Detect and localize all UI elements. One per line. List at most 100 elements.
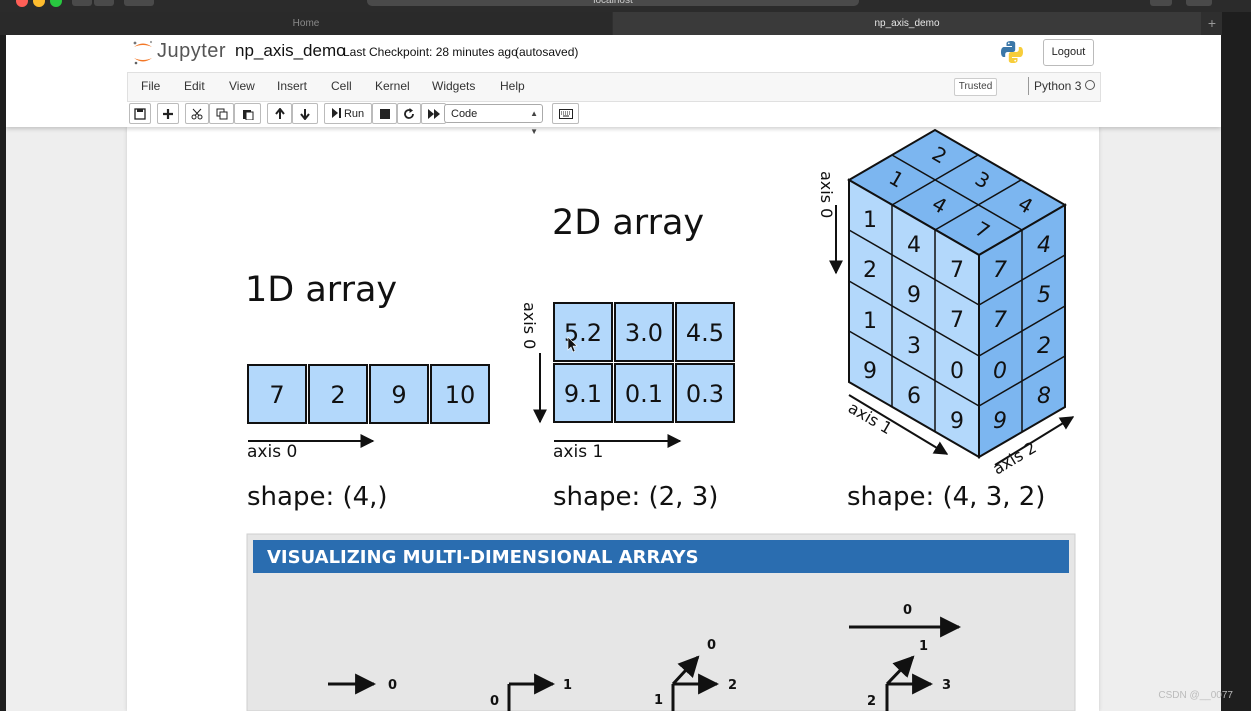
zoom-window-icon[interactable] bbox=[50, 0, 62, 7]
restart-button[interactable] bbox=[397, 103, 421, 124]
threed-front-value: 0 bbox=[993, 359, 1007, 384]
kernel-name[interactable]: Python 3 bbox=[1034, 79, 1081, 93]
threed-side-value: 2 bbox=[1037, 334, 1051, 359]
restart-run-all-button[interactable] bbox=[421, 103, 446, 124]
run-label: Run bbox=[343, 108, 365, 120]
threed-front-value: 7 bbox=[950, 308, 964, 333]
copy-icon bbox=[216, 108, 227, 120]
command-palette-button[interactable] bbox=[552, 103, 579, 124]
interrupt-button[interactable] bbox=[372, 103, 397, 124]
threed-front-value: 9 bbox=[950, 409, 964, 434]
paste-button[interactable] bbox=[234, 103, 261, 124]
oned-axis0-label: axis 0 bbox=[247, 442, 297, 462]
cut-button[interactable] bbox=[185, 103, 209, 124]
cell-type-select[interactable]: Code ▲ ▼ bbox=[444, 104, 543, 136]
banner-axis-label: 0 bbox=[388, 678, 397, 693]
threed-front-value: 1 bbox=[863, 309, 877, 334]
threed-front-value: 1 bbox=[863, 208, 877, 233]
threed-front-value: 3 bbox=[907, 334, 921, 359]
tabs-overview-button[interactable] bbox=[1186, 0, 1212, 6]
oned-cells: 7 2 9 10 bbox=[247, 364, 490, 424]
window-titlebar: localhost bbox=[0, 0, 1251, 12]
autosave-status: (autosaved) bbox=[515, 45, 579, 59]
menu-cell[interactable]: Cell bbox=[331, 79, 352, 93]
threed-front-value: 9 bbox=[993, 409, 1007, 434]
trusted-badge[interactable]: Trusted bbox=[954, 78, 997, 96]
banner-axis-label: 3 bbox=[942, 678, 951, 693]
threed-front-value: 4 bbox=[907, 233, 921, 258]
paste-icon bbox=[242, 110, 253, 121]
oned-value: 2 bbox=[330, 381, 345, 409]
twod-value: 3.0 bbox=[625, 319, 663, 347]
save-icon bbox=[134, 108, 146, 120]
threed-front-value: 0 bbox=[950, 359, 964, 384]
jupyter-logo[interactable]: Jupyter bbox=[131, 39, 226, 67]
sidebar-toggle-button[interactable] bbox=[124, 0, 154, 6]
banner-axis-label: 0 bbox=[490, 694, 499, 709]
threed-front-value: 7 bbox=[950, 258, 964, 283]
copy-button[interactable] bbox=[209, 103, 234, 124]
back-button[interactable] bbox=[72, 0, 92, 6]
refresh-icon bbox=[404, 108, 414, 119]
threed-front-value: 7 bbox=[993, 258, 1007, 283]
threed-side-value: 8 bbox=[1037, 384, 1051, 409]
address-bar[interactable]: localhost bbox=[367, 0, 859, 6]
menu-kernel[interactable]: Kernel bbox=[375, 79, 410, 93]
menu-file[interactable]: File bbox=[141, 79, 160, 93]
banner-axis-label: 2 bbox=[867, 694, 876, 709]
banner-axis-label: 2 bbox=[728, 678, 737, 693]
arrow-down-icon bbox=[300, 109, 310, 121]
minimize-window-icon[interactable] bbox=[33, 0, 45, 7]
menu-view[interactable]: View bbox=[229, 79, 255, 93]
threed-shape: shape: (4, 3, 2) bbox=[847, 482, 1045, 512]
kernel-separator bbox=[1028, 77, 1029, 95]
run-button[interactable]: Run bbox=[324, 103, 372, 124]
banner-axis-label: 1 bbox=[919, 639, 928, 654]
save-button[interactable] bbox=[129, 103, 151, 124]
insert-cell-button[interactable] bbox=[157, 103, 179, 124]
jupyter-logo-text: Jupyter bbox=[157, 40, 227, 62]
arrow-up-icon bbox=[274, 107, 285, 119]
threed-side-value: 4 bbox=[1037, 233, 1051, 258]
tab-np-axis-demo[interactable]: np_axis_demo bbox=[613, 12, 1201, 35]
share-button[interactable] bbox=[1150, 0, 1172, 6]
move-down-button[interactable] bbox=[292, 103, 318, 124]
tab-home[interactable]: Home bbox=[0, 12, 612, 35]
kernel-idle-icon bbox=[1085, 80, 1095, 90]
banner-axis-label: 0 bbox=[707, 638, 716, 653]
twod-value: 9.1 bbox=[564, 380, 602, 408]
menu-insert[interactable]: Insert bbox=[277, 79, 307, 93]
keyboard-icon bbox=[558, 109, 573, 119]
oned-value: 7 bbox=[269, 381, 284, 409]
forward-button[interactable] bbox=[94, 0, 114, 6]
select-arrows-icon: ▲ ▼ bbox=[530, 109, 538, 136]
threed-axis0-label: axis 0 bbox=[817, 171, 836, 218]
banner-axis-label: 0 bbox=[903, 603, 912, 618]
scissors-icon bbox=[191, 108, 203, 120]
twod-axis0-label: axis 0 bbox=[520, 302, 539, 349]
twod-value: 4.5 bbox=[686, 319, 724, 347]
notebook-container: 1D array 7 2 9 10 axis 0 shape: (4,) 2D … bbox=[127, 127, 1099, 711]
watermark: CSDN @__0077 bbox=[1158, 690, 1233, 701]
new-tab-button[interactable]: + bbox=[1202, 12, 1222, 35]
jupyter-logo-icon bbox=[133, 40, 153, 65]
notebook-name[interactable]: np_axis_demo bbox=[235, 41, 346, 61]
step-forward-icon bbox=[331, 108, 341, 118]
twod-axis1-label: axis 1 bbox=[553, 442, 603, 462]
browser-tab-bar: Home np_axis_demo + bbox=[0, 12, 1222, 35]
threed-block bbox=[847, 128, 1067, 459]
menu-edit[interactable]: Edit bbox=[184, 79, 205, 93]
menu-widgets[interactable]: Widgets bbox=[432, 79, 475, 93]
cell-type-value: Code bbox=[451, 108, 478, 120]
threed-front-value: 7 bbox=[993, 308, 1007, 333]
menu-help[interactable]: Help bbox=[500, 79, 525, 93]
menu-bar: File Edit View Insert Cell Kernel Widget… bbox=[127, 72, 1101, 102]
twod-title: 2D array bbox=[552, 203, 704, 243]
move-up-button[interactable] bbox=[267, 103, 292, 124]
threed-front-value: 9 bbox=[907, 283, 921, 308]
numpy-axes-figure: 1D array 7 2 9 10 axis 0 shape: (4,) 2D … bbox=[245, 128, 1076, 711]
logout-button[interactable]: Logout bbox=[1043, 39, 1094, 66]
banner-title: VISUALIZING MULTI-DIMENSIONAL ARRAYS bbox=[267, 547, 699, 568]
close-window-icon[interactable] bbox=[16, 0, 28, 7]
jupyter-page: Jupyter np_axis_demo Last Checkpoint: 28… bbox=[6, 35, 1221, 711]
